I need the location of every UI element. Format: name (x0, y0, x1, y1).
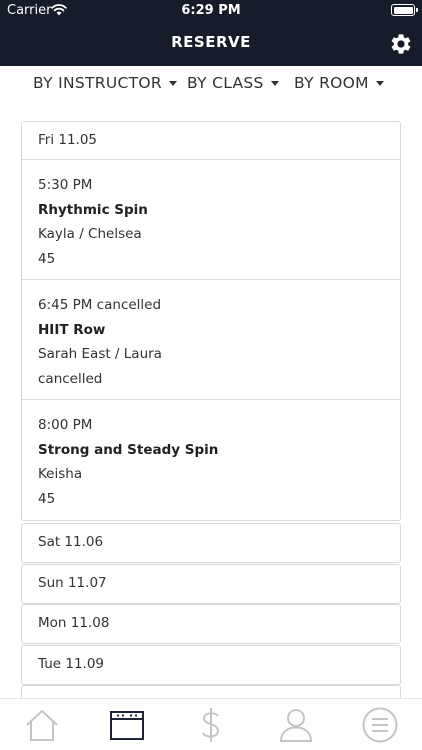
class-session[interactable]: 6:45 PM cancelled HIIT Row Sarah East / … (22, 280, 400, 400)
day-group[interactable]: Sat 11.06 (21, 523, 401, 563)
session-instructor: Sarah East / Laura (38, 346, 162, 362)
day-group[interactable]: Tue 11.09 (21, 645, 401, 685)
session-time: 8:00 PM (38, 417, 93, 433)
filter-bar: BY INSTRUCTOR BY CLASS BY ROOM (0, 66, 422, 110)
day-group[interactable]: Mon 11.08 (21, 604, 401, 644)
session-instructor: Kayla / Chelsea (38, 226, 142, 242)
day-header: Mon 11.08 (38, 615, 110, 631)
caret-down-icon (270, 81, 279, 86)
filter-by-instructor[interactable]: BY INSTRUCTOR (33, 74, 177, 92)
session-class-name: Rhythmic Spin (38, 201, 148, 218)
session-info: 45 (38, 490, 56, 507)
caret-down-icon (168, 81, 177, 86)
class-session[interactable]: 8:00 PM Strong and Steady Spin Keisha 45 (22, 400, 400, 520)
session-class-name: HIIT Row (38, 321, 106, 338)
day-group[interactable]: Sun 11.07 (21, 564, 401, 604)
session-class-name: Strong and Steady Spin (38, 441, 219, 458)
menu-icon[interactable] (362, 707, 398, 743)
filter-label: BY INSTRUCTOR (33, 74, 162, 92)
session-info: cancelled (38, 370, 103, 387)
tab-bar (0, 698, 422, 750)
user-icon[interactable] (278, 707, 314, 743)
day-header: Tue 11.09 (38, 656, 104, 672)
settings-gear-icon[interactable] (389, 32, 413, 56)
status-bar: Carrier 6:29 PM (0, 0, 422, 22)
filter-by-room[interactable]: BY ROOM (294, 74, 384, 92)
home-icon[interactable] (24, 707, 60, 743)
filter-label: BY CLASS (187, 74, 264, 92)
filter-by-class[interactable]: BY CLASS (187, 74, 279, 92)
session-info: 45 (38, 250, 56, 267)
status-time: 6:29 PM (181, 3, 241, 18)
day-header[interactable]: Fri 11.05 (22, 122, 400, 160)
day-header: Sun 11.07 (38, 575, 107, 591)
calendar-icon[interactable] (109, 707, 145, 743)
caret-down-icon (375, 81, 384, 86)
class-session[interactable]: 5:30 PM Rhythmic Spin Kayla / Chelsea 45 (22, 160, 400, 280)
dollar-icon[interactable] (193, 707, 229, 743)
nav-header: Carrier 6:29 PM RESERVE (0, 0, 422, 66)
filter-label: BY ROOM (294, 74, 369, 92)
session-time: 5:30 PM (38, 177, 93, 193)
session-time: 6:45 PM cancelled (38, 297, 162, 313)
day-group-open: Fri 11.05 5:30 PM Rhythmic Spin Kayla / … (21, 121, 401, 521)
session-instructor: Keisha (38, 466, 83, 482)
battery-icon (391, 4, 418, 16)
page-title: RESERVE (171, 33, 251, 51)
day-header: Sat 11.06 (38, 534, 104, 550)
